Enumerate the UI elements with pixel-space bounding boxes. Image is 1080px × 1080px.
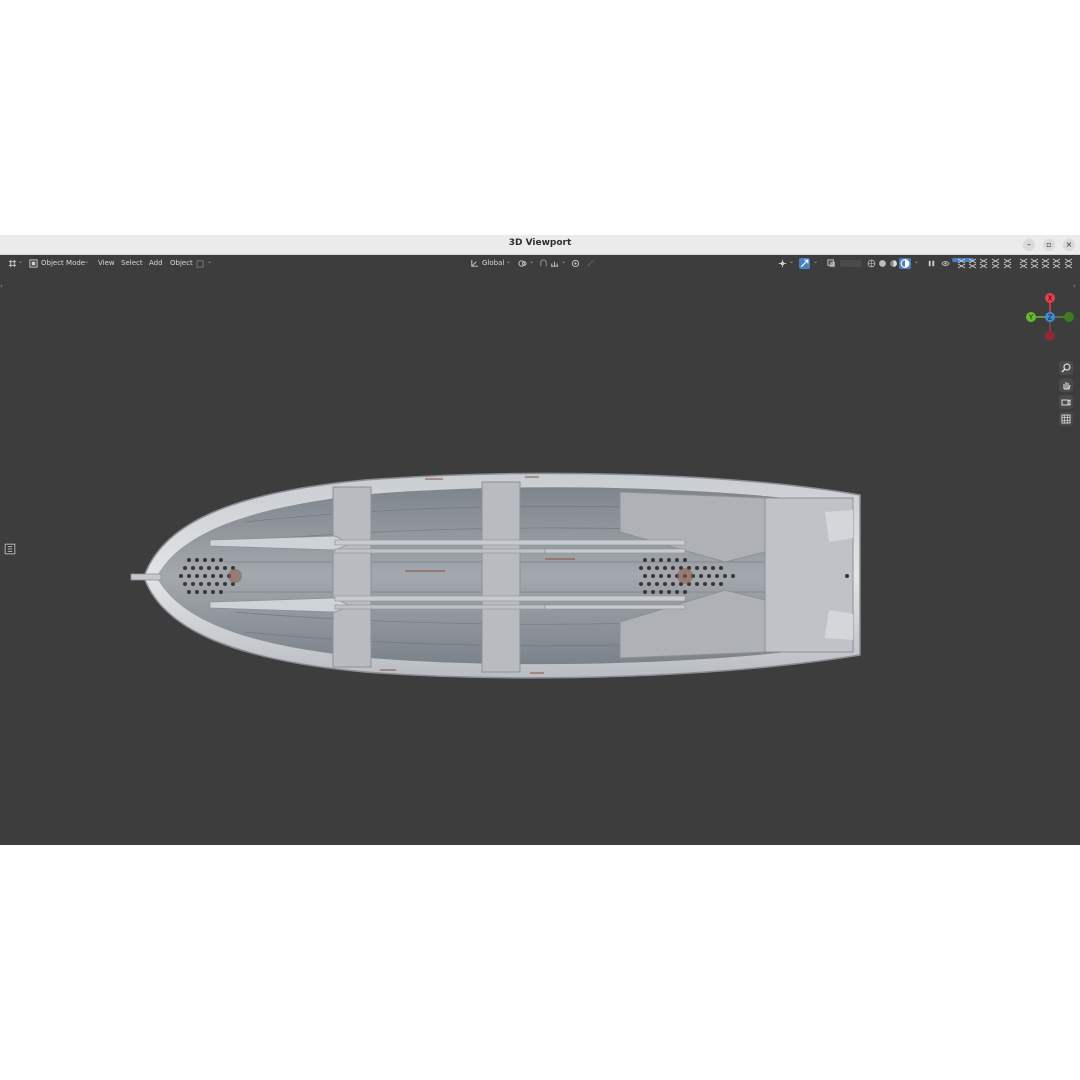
zoom-tool[interactable]	[1059, 361, 1073, 375]
toolbar-expand-icon[interactable]: ›	[0, 282, 3, 290]
eye-icon[interactable]	[941, 259, 950, 268]
properties-tab-icon[interactable]	[4, 543, 16, 555]
menu-select[interactable]: Select	[121, 259, 143, 267]
navigation-gizmo[interactable]: X Y Z	[1022, 291, 1078, 343]
snap-icon[interactable]	[539, 259, 548, 268]
transom-knee-top	[825, 510, 853, 542]
wireframe-shading-icon[interactable]	[867, 259, 876, 268]
gizmo-neg-y-circle[interactable]	[1064, 312, 1074, 322]
transform-orientation-dropdown[interactable]: Global	[482, 259, 504, 267]
hand-pan-icon	[1063, 382, 1071, 390]
shading-spacer	[840, 260, 862, 267]
chevron-down-icon: ⌄	[914, 258, 920, 265]
pivot-point-icon[interactable]	[518, 259, 527, 268]
chevron-down-icon: ⌄	[561, 258, 567, 265]
solid-shading-icon[interactable]	[878, 259, 887, 268]
blender-window: 3D Viewport – ▫ × ⌄ Object Mode ⌄ View S…	[0, 235, 1080, 845]
maximize-button[interactable]: ▫	[1043, 239, 1055, 251]
collection-toggle-icon[interactable]	[979, 258, 988, 269]
perspective-toggle-tool[interactable]	[1059, 412, 1073, 426]
collection-toggle-icon[interactable]	[1052, 258, 1061, 269]
transform-orientation-icon	[471, 259, 479, 267]
thwart-1	[332, 486, 372, 668]
overlays-icon	[800, 259, 809, 268]
mode-selector[interactable]: Object Mode	[41, 259, 85, 267]
transom-hole	[845, 574, 849, 578]
falloff-icon	[586, 260, 595, 267]
collection-toggle-icon[interactable]	[1041, 258, 1050, 269]
proportional-editing-icon[interactable]	[571, 259, 580, 268]
collection-toggle-icon[interactable]	[1019, 258, 1028, 269]
gizmo-y-label: Y	[1028, 314, 1034, 322]
minimize-button[interactable]: –	[1023, 239, 1035, 251]
rendered-shading-toggle[interactable]	[899, 258, 911, 269]
menu-view[interactable]: View	[98, 259, 115, 267]
collection-toggle-icon[interactable]	[957, 258, 966, 269]
xray-icon[interactable]	[827, 259, 836, 268]
rowboat-model[interactable]	[125, 462, 870, 692]
thwart-2	[481, 481, 521, 673]
gizmo-z-label: Z	[1048, 314, 1053, 322]
view-pin-icon[interactable]	[196, 259, 205, 268]
show-overlays-toggle[interactable]	[799, 258, 810, 269]
chevron-down-icon: ⌄	[207, 258, 213, 265]
collection-toggle-icon[interactable]	[1003, 258, 1012, 269]
pause-icon[interactable]	[927, 259, 936, 268]
rendered-shading-icon	[900, 259, 910, 268]
material-shading-icon[interactable]	[889, 259, 898, 268]
object-mode-icon	[29, 259, 38, 268]
chevron-down-icon: ⌄	[813, 258, 819, 265]
editor-type-icon[interactable]	[8, 259, 17, 268]
3d-viewport[interactable]: › ‹ X Y Z	[0, 272, 1080, 845]
snap-target-icon[interactable]	[550, 259, 559, 268]
chevron-down-icon: ⌄	[529, 258, 535, 265]
collection-toggle-icon[interactable]	[991, 258, 1000, 269]
pan-tool[interactable]	[1059, 378, 1073, 392]
chevron-down-icon: ⌄	[789, 258, 795, 265]
gizmo-neg-x-circle[interactable]	[1045, 331, 1055, 341]
viewport-header: ⌄ Object Mode ⌄ View Select Add Object ⌄…	[0, 255, 1080, 272]
transom-knee-bottom	[825, 610, 853, 640]
window-title: 3D Viewport	[508, 238, 572, 248]
show-gizmo-icon[interactable]	[778, 259, 787, 268]
menu-add[interactable]: Add	[149, 259, 163, 267]
gizmo-x-label: X	[1048, 295, 1053, 303]
title-bar: 3D Viewport – ▫ ×	[0, 235, 1080, 255]
collection-toggle-icon[interactable]	[968, 258, 977, 269]
menu-object[interactable]: Object	[170, 259, 193, 267]
chevron-down-icon: ⌄	[18, 258, 24, 265]
chevron-down-icon: ⌄	[84, 258, 90, 265]
collection-toggle-icon[interactable]	[1064, 258, 1073, 269]
zoom-icon	[1061, 363, 1071, 373]
close-button[interactable]: ×	[1063, 239, 1075, 251]
bow-stem	[130, 573, 162, 581]
collection-toggle-icon[interactable]	[1030, 258, 1039, 269]
camera-view-tool[interactable]	[1059, 395, 1073, 409]
camera-icon	[1061, 399, 1071, 406]
chevron-down-icon: ⌄	[506, 258, 512, 265]
grid-icon	[1061, 414, 1071, 424]
sidebar-expand-icon[interactable]: ‹	[1073, 282, 1076, 290]
